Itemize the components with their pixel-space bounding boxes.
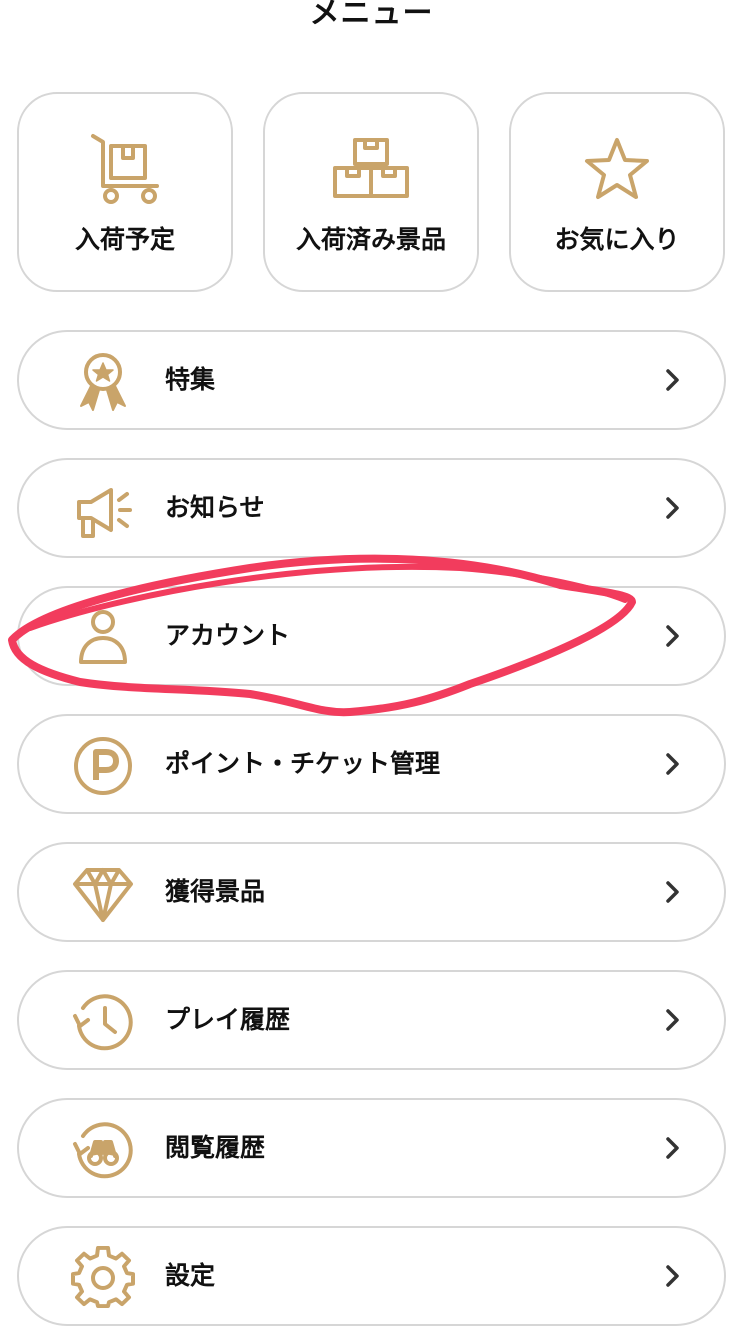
menu-item-won-prizes[interactable]: 獲得景品 [17, 842, 726, 942]
chevron-right-icon [666, 625, 679, 647]
chevron-right-icon [666, 881, 679, 903]
tile-label: 入荷予定 [74, 225, 175, 254]
menu-item-points-tickets[interactable]: ポイント・チケット管理 [17, 714, 726, 814]
tile-arrived-prizes[interactable]: 入荷済み景品 [263, 92, 479, 292]
stacked-boxes-icon [265, 130, 477, 210]
menu-item-label: ポイント・チケット管理 [165, 749, 441, 778]
menu-item-label: お知らせ [165, 493, 265, 522]
award-badge-icon [71, 350, 135, 414]
chevron-right-icon [666, 1265, 679, 1287]
clock-history-icon [71, 990, 135, 1054]
menu-item-play-history[interactable]: プレイ履歴 [17, 970, 726, 1070]
star-icon [511, 130, 723, 210]
tile-label: 入荷済み景品 [295, 225, 446, 254]
gear-icon [71, 1246, 135, 1310]
menu-item-news[interactable]: お知らせ [17, 458, 726, 558]
page-title: メニュー [309, 0, 434, 31]
menu-item-label: プレイ履歴 [165, 1005, 291, 1034]
user-icon [71, 606, 135, 670]
menu-item-featured[interactable]: 特集 [17, 330, 726, 430]
megaphone-icon [71, 478, 135, 542]
diamond-icon [71, 862, 135, 926]
tile-arrival-schedule[interactable]: 入荷予定 [17, 92, 233, 292]
chevron-right-icon [666, 1137, 679, 1159]
menu-item-label: アカウント [165, 621, 291, 650]
chevron-right-icon [666, 1009, 679, 1031]
menu-item-browsing-history[interactable]: 閲覧履歴 [17, 1098, 726, 1198]
menu-item-label: 閲覧履歴 [165, 1133, 266, 1162]
chevron-right-icon [666, 753, 679, 775]
chevron-right-icon [666, 497, 679, 519]
menu-item-account[interactable]: アカウント [17, 586, 726, 686]
tile-favorites[interactable]: お気に入り [509, 92, 725, 292]
cart-with-box-icon [19, 130, 231, 210]
chevron-right-icon [666, 369, 679, 391]
tile-label: お気に入り [554, 225, 680, 254]
menu-item-label: 設定 [165, 1261, 216, 1290]
point-p-icon [71, 734, 135, 798]
menu-item-settings[interactable]: 設定 [17, 1226, 726, 1326]
menu-item-label: 獲得景品 [165, 877, 266, 906]
menu-item-label: 特集 [165, 365, 216, 394]
binoculars-history-icon [71, 1118, 135, 1182]
